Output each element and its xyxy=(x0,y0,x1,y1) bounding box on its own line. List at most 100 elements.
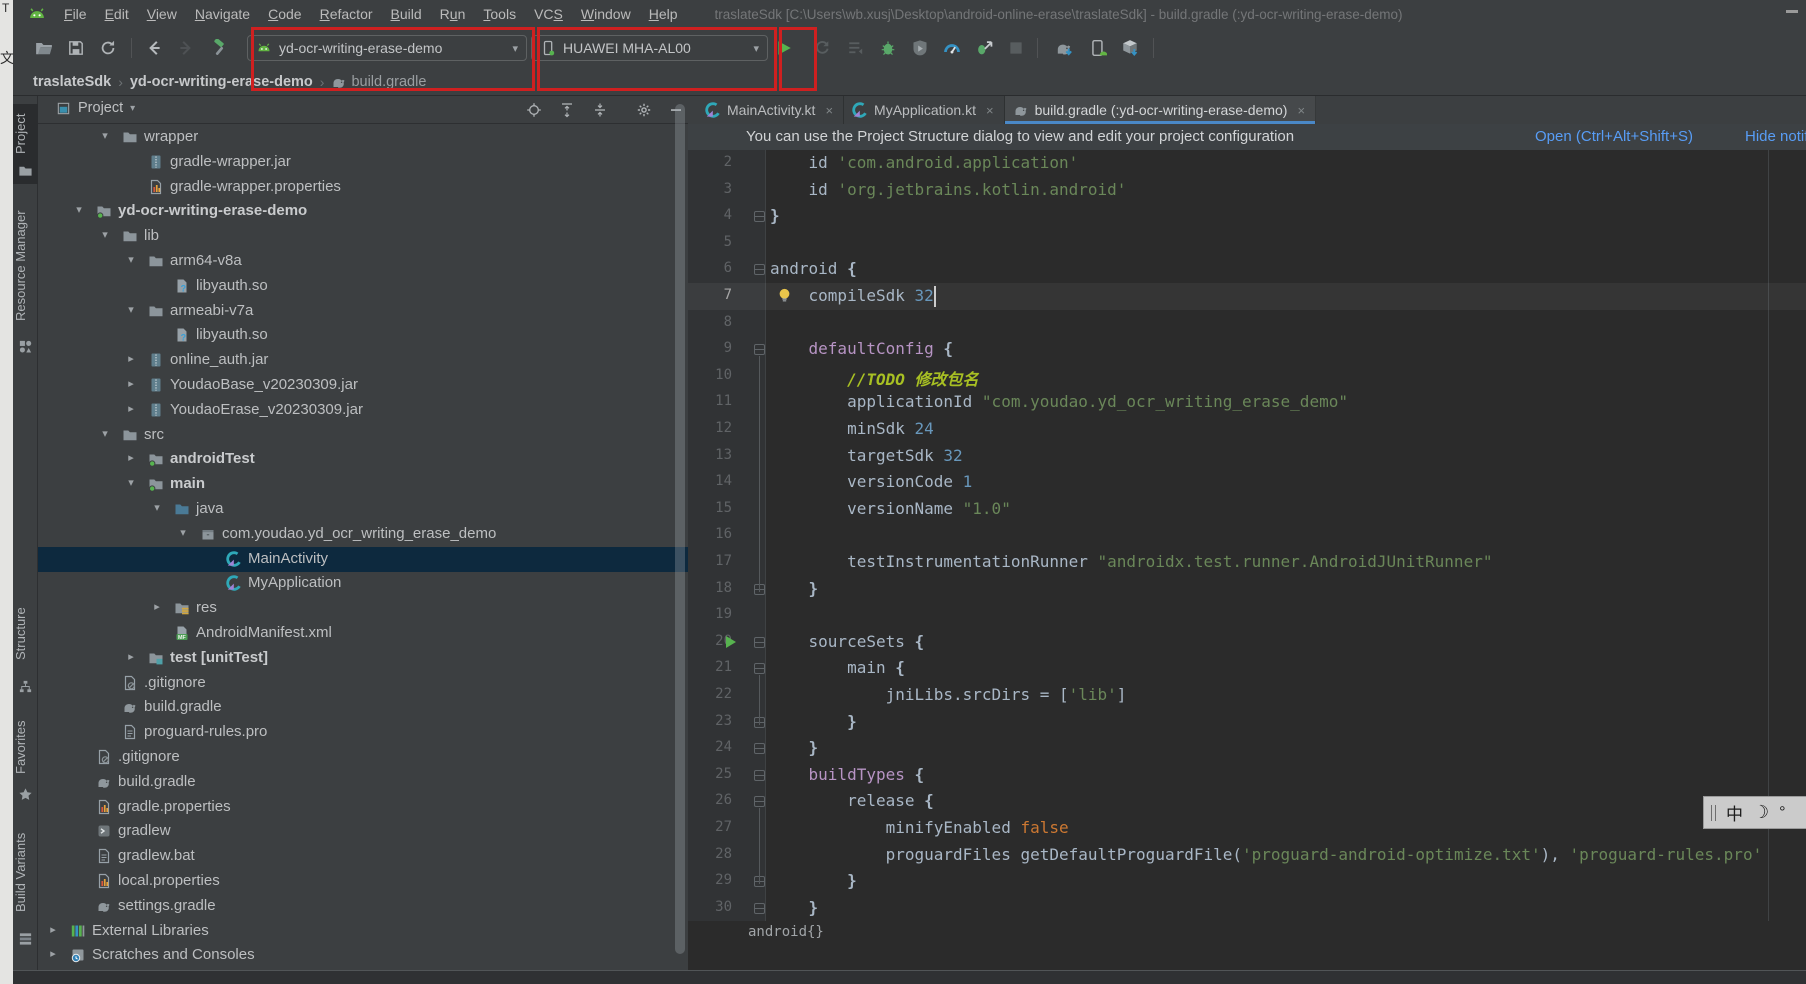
settings-button[interactable] xyxy=(636,102,652,118)
fold-region-start-icon[interactable] xyxy=(754,796,765,807)
run-line-marker-icon[interactable] xyxy=(726,636,736,648)
tree-item-androidmanifest-xml[interactable]: MFAndroidManifest.xml xyxy=(38,621,688,646)
locate-button[interactable] xyxy=(526,102,542,118)
chevron-collapsed-icon[interactable]: ▸ xyxy=(124,451,138,464)
chevron-collapsed-icon[interactable]: ▸ xyxy=(124,352,138,365)
minimize-button[interactable] xyxy=(1786,10,1798,13)
ime-fullwidth-moon-icon[interactable]: ☽ xyxy=(1753,802,1769,823)
close-icon[interactable]: × xyxy=(986,103,994,118)
chevron-expanded-icon[interactable]: ▾ xyxy=(124,253,138,266)
chevron-collapsed-icon[interactable]: ▸ xyxy=(46,947,60,960)
fold-region-end-icon[interactable] xyxy=(754,743,765,754)
tree-item-androidtest[interactable]: ▸androidTest xyxy=(38,447,688,472)
tree-item-gradle-wrapper-properties[interactable]: gradle-wrapper.properties xyxy=(38,175,688,200)
intention-bulb-icon[interactable] xyxy=(776,287,793,304)
menu-navigate[interactable]: Navigate xyxy=(186,6,259,22)
tree-item-local-properties[interactable]: local.properties xyxy=(38,869,688,894)
chevron-collapsed-icon[interactable]: ▸ xyxy=(150,600,164,613)
arrow-left-button[interactable] xyxy=(145,39,163,57)
chevron-collapsed-icon[interactable]: ▸ xyxy=(124,377,138,390)
tree-item-libyauth-so[interactable]: ?libyauth.so xyxy=(38,274,688,299)
banner-hide-link[interactable]: Hide notification xyxy=(1745,128,1806,145)
fold-region-start-icon[interactable] xyxy=(754,264,765,275)
tree-item-build-gradle[interactable]: build.gradle xyxy=(38,770,688,795)
menu-build[interactable]: Build xyxy=(382,6,431,22)
tree-item-youdaoerase-v20230309-jar[interactable]: ▸YoudaoErase_v20230309.jar xyxy=(38,398,688,423)
tree-item-yd-ocr-writing-erase-demo[interactable]: ▾yd-ocr-writing-erase-demo xyxy=(38,199,688,224)
stripe-tab-favorites[interactable]: Favorites xyxy=(13,706,38,808)
tree-item-gradle-properties[interactable]: gradle.properties xyxy=(38,795,688,820)
tree-item-arm64-v8a[interactable]: ▾arm64-v8a xyxy=(38,249,688,274)
fold-region-end-icon[interactable] xyxy=(754,211,765,222)
tree-item-myapplication[interactable]: MyApplication xyxy=(38,571,688,596)
project-tree-scrollbar[interactable] xyxy=(675,104,685,954)
tree-item-libyauth-so[interactable]: ?libyauth.so xyxy=(38,323,688,348)
tree-item-test-unittest[interactable]: ▸test [unitTest] xyxy=(38,646,688,671)
tree-item-settings-gradle[interactable]: settings.gradle xyxy=(38,894,688,919)
gradle-sync-button[interactable] xyxy=(1055,39,1073,57)
tree-item-online-auth-jar[interactable]: ▸online_auth.jar xyxy=(38,348,688,373)
tree-item-res[interactable]: ▸res xyxy=(38,596,688,621)
chevron-expanded-icon[interactable]: ▾ xyxy=(98,129,112,142)
tree-item-proguard-rules-pro[interactable]: proguard-rules.pro xyxy=(38,720,688,745)
tree-item-gradle-wrapper-jar[interactable]: gradle-wrapper.jar xyxy=(38,150,688,175)
close-icon[interactable]: × xyxy=(1297,103,1305,118)
menu-edit[interactable]: Edit xyxy=(96,6,138,22)
chevron-expanded-icon[interactable]: ▾ xyxy=(98,228,112,241)
code-editor[interactable]: 2 id 'com.android.application'3 id 'org.… xyxy=(688,150,1806,921)
fold-region-start-icon[interactable] xyxy=(754,637,765,648)
breadcrumb-traslatesdk[interactable]: traslateSdk xyxy=(33,74,111,90)
stop-button[interactable] xyxy=(1007,39,1025,57)
menu-help[interactable]: Help xyxy=(640,6,687,22)
menu-code[interactable]: Code xyxy=(259,6,310,22)
debug-attach-button[interactable] xyxy=(975,39,993,57)
chevron-expanded-icon[interactable]: ▾ xyxy=(176,526,190,539)
project-view-selector[interactable]: Project ▾ xyxy=(56,100,135,116)
device-manager-button[interactable] xyxy=(1089,39,1107,57)
tree-item-com-youdao-yd-ocr-writing-erase-demo[interactable]: ▾com.youdao.yd_ocr_writing_erase_demo xyxy=(38,522,688,547)
tree-item-lib[interactable]: ▾lib xyxy=(38,224,688,249)
tree-item-armeabi-v7a[interactable]: ▾armeabi-v7a xyxy=(38,299,688,324)
editor-tab-build-gradle-yd-ocr-writing-erase-demo[interactable]: build.gradle (:yd-ocr-writing-erase-demo… xyxy=(1005,96,1316,124)
fold-region-start-icon[interactable] xyxy=(754,344,765,355)
sync-button[interactable] xyxy=(99,39,117,57)
tree-item-scratches-and-consoles[interactable]: ▸Scratches and Consoles xyxy=(38,943,688,968)
menu-file[interactable]: File xyxy=(55,6,96,22)
tree-item-src[interactable]: ▾src xyxy=(38,423,688,448)
tree-item-build-gradle[interactable]: build.gradle xyxy=(38,695,688,720)
menu-view[interactable]: View xyxy=(138,6,186,22)
folder-open-button[interactable] xyxy=(35,39,53,57)
tree-item-gitignore[interactable]: .gitignore xyxy=(38,671,688,696)
menu-run[interactable]: Run xyxy=(431,6,475,22)
ime-punctuation-icon[interactable]: ° xyxy=(1779,804,1785,822)
chevron-expanded-icon[interactable]: ▾ xyxy=(124,303,138,316)
fold-region-start-icon[interactable] xyxy=(754,770,765,781)
stripe-tab-project[interactable]: Project xyxy=(13,104,38,184)
tree-item-gitignore[interactable]: .gitignore xyxy=(38,745,688,770)
banner-open-link[interactable]: Open (Ctrl+Alt+Shift+S) xyxy=(1535,128,1693,145)
chevron-collapsed-icon[interactable]: ▸ xyxy=(124,650,138,663)
chevron-collapsed-icon[interactable]: ▸ xyxy=(46,923,60,936)
tree-item-gradlew-bat[interactable]: gradlew.bat xyxy=(38,844,688,869)
chevron-expanded-icon[interactable]: ▾ xyxy=(124,476,138,489)
fold-region-end-icon[interactable] xyxy=(754,903,765,914)
stripe-tab-structure[interactable]: Structure xyxy=(13,588,38,700)
gauge-button[interactable] xyxy=(943,39,961,57)
profile-shield-button[interactable] xyxy=(911,39,929,57)
tree-item-youdaobase-v20230309-jar[interactable]: ▸YoudaoBase_v20230309.jar xyxy=(38,373,688,398)
close-icon[interactable]: × xyxy=(825,103,833,118)
debug-button[interactable] xyxy=(879,39,897,57)
collapse-all-button[interactable] xyxy=(592,102,608,118)
tree-item-main[interactable]: ▾main xyxy=(38,472,688,497)
editor-tab-myapplication-kt[interactable]: MyApplication.kt× xyxy=(844,96,1005,124)
editor-breadcrumb-android[interactable]: android{} xyxy=(748,924,824,940)
tree-item-external-libraries[interactable]: ▸External Libraries xyxy=(38,919,688,944)
chevron-expanded-icon[interactable]: ▾ xyxy=(98,427,112,440)
tree-item-gradlew[interactable]: gradlew xyxy=(38,819,688,844)
sdk-manager-button[interactable] xyxy=(1121,39,1139,57)
tree-item-mainactivity[interactable]: MainActivity xyxy=(38,547,688,572)
editor-tab-mainactivity-kt[interactable]: MainActivity.kt× xyxy=(697,96,844,124)
apply-code-button[interactable] xyxy=(847,39,865,57)
menu-vcs[interactable]: VCS xyxy=(525,6,572,22)
menu-tools[interactable]: Tools xyxy=(474,6,525,22)
